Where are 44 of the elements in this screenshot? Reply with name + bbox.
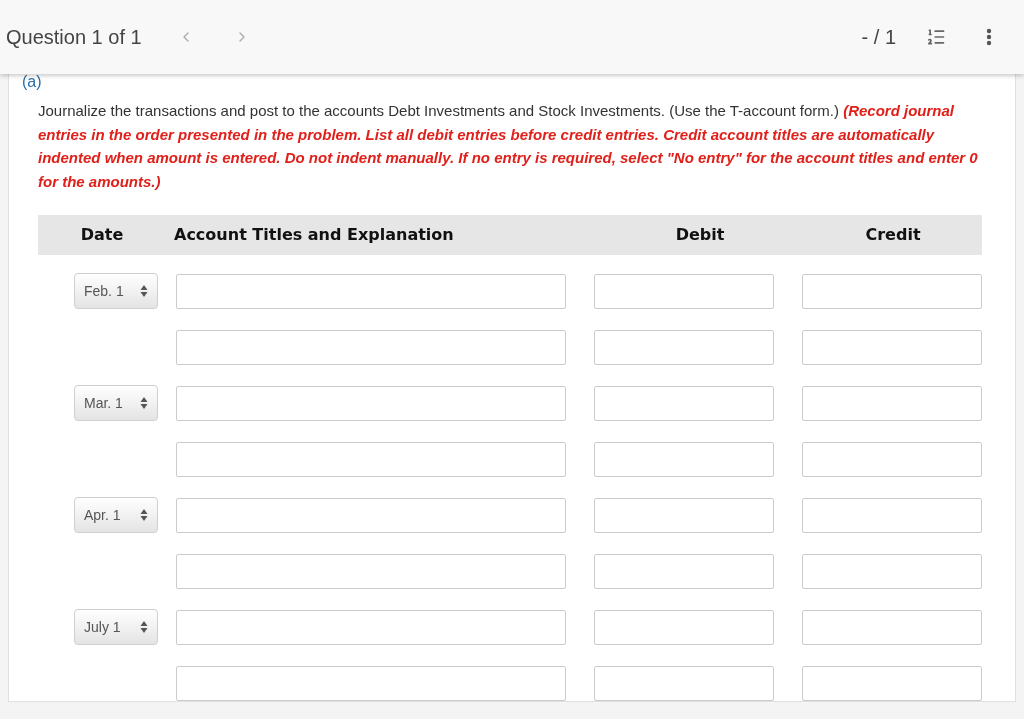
date-select[interactable]: Apr. 1 bbox=[74, 497, 158, 533]
column-header: Account Titles and Explanation bbox=[173, 224, 455, 246]
credit-field[interactable] bbox=[802, 497, 982, 533]
account-title-field[interactable] bbox=[176, 273, 566, 309]
column-header: Debit bbox=[674, 224, 726, 246]
account-title-field[interactable] bbox=[176, 609, 566, 645]
column-header: Credit bbox=[864, 224, 922, 246]
credit-field[interactable] bbox=[802, 609, 982, 645]
debit-field[interactable] bbox=[594, 665, 774, 701]
credit-field[interactable] bbox=[802, 665, 982, 701]
debit-field[interactable] bbox=[594, 609, 774, 645]
up-down-icon bbox=[140, 620, 148, 634]
account-title-field[interactable] bbox=[176, 497, 566, 533]
account-title-field[interactable] bbox=[176, 441, 566, 477]
account-title-field[interactable] bbox=[176, 329, 566, 365]
credit-field[interactable] bbox=[802, 273, 982, 309]
question-counter: Question 1 of 1 bbox=[6, 25, 142, 50]
debit-field[interactable] bbox=[594, 273, 774, 309]
question-list-button[interactable] bbox=[926, 27, 946, 47]
instruction-text: Journalize the transactions and post to the accounts Debt Investments and Stock Investments. (Use the T-account form.) (Record journal entries in the order presented in the problem. List all debit entries before credit entries. Credit account titles are automatically indented when amount is entered. Do not indent manually. If no entry is required, select "No entry" for the account titles and enter 0 for the amounts.) bbox=[38, 101, 979, 192]
date-select[interactable]: Feb. 1 bbox=[74, 273, 158, 309]
account-title-field[interactable] bbox=[176, 385, 566, 421]
credit-field[interactable] bbox=[802, 385, 982, 421]
part-label: (a) bbox=[22, 73, 42, 90]
account-title-field[interactable] bbox=[176, 553, 566, 589]
column-header: Date bbox=[79, 224, 125, 246]
account-title-field[interactable] bbox=[176, 665, 566, 701]
numbered-list-icon bbox=[926, 27, 946, 47]
up-down-icon bbox=[140, 284, 148, 298]
score-text: - / 1 bbox=[861, 25, 896, 50]
credit-field[interactable] bbox=[802, 441, 982, 477]
more-icon bbox=[986, 28, 992, 46]
debit-field[interactable] bbox=[594, 497, 774, 533]
credit-field[interactable] bbox=[802, 553, 982, 589]
more-options-button[interactable] bbox=[986, 28, 992, 46]
debit-field[interactable] bbox=[594, 329, 774, 365]
debit-field[interactable] bbox=[594, 441, 774, 477]
up-down-icon bbox=[140, 396, 148, 410]
date-select[interactable]: Mar. 1 bbox=[74, 385, 158, 421]
debit-field[interactable] bbox=[594, 553, 774, 589]
date-select[interactable]: July 1 bbox=[74, 609, 158, 645]
credit-field[interactable] bbox=[802, 329, 982, 365]
up-down-icon bbox=[140, 508, 148, 522]
debit-field[interactable] bbox=[594, 385, 774, 421]
